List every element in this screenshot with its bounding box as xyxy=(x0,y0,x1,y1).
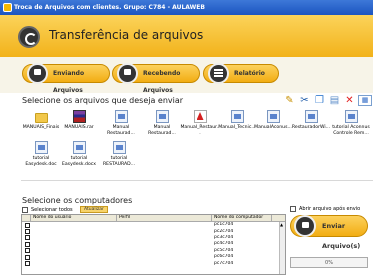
table-scrollbar[interactable] xyxy=(279,222,285,274)
file-item[interactable]: Manual Restaurad... xyxy=(101,110,141,136)
select-all-row: Selecionar todos xyxy=(22,207,73,213)
file-item[interactable]: tutorial Easydesk.docx xyxy=(59,141,99,167)
file-list: MANUAIS_Finais MANUAIS.rar Manual Restau… xyxy=(21,108,373,178)
tab-label: Recebendo Arquivos xyxy=(143,70,181,94)
window-titlebar: Troca de Arquivos com clientes. Grupo: C… xyxy=(0,0,373,15)
tab-label: Relatório xyxy=(234,70,265,77)
word-document-icon xyxy=(230,110,244,123)
file-name: tutorial RESTAURAD... xyxy=(102,156,136,167)
row-checkbox[interactable] xyxy=(25,241,30,247)
view-icon[interactable]: ▦ xyxy=(358,94,372,106)
row-checkbox[interactable] xyxy=(25,254,30,260)
pdf-document-icon xyxy=(193,110,207,123)
tab-sending-files[interactable]: Enviando Arquivos xyxy=(22,63,110,94)
word-document-icon xyxy=(344,110,358,123)
word-document-icon xyxy=(34,141,48,154)
row-checkbox[interactable] xyxy=(25,248,30,254)
edit-icon[interactable]: ✎ xyxy=(283,94,296,107)
download-monitor-icon xyxy=(117,63,138,84)
transfer-icon xyxy=(18,26,40,48)
send-monitor-icon xyxy=(294,215,316,237)
open-after-send-row: Abrir arquivo após envio xyxy=(290,206,360,212)
send-files-button[interactable]: Enviar Arquivo(s) xyxy=(290,215,368,250)
computers-table: Nome do usuário Perfil Nome do computado… xyxy=(21,214,286,275)
row-checkbox[interactable] xyxy=(25,261,30,267)
select-all-checkbox[interactable] xyxy=(22,207,28,213)
file-item[interactable]: RestauradorWi... xyxy=(291,110,331,131)
column-header-profile[interactable]: Perfil xyxy=(117,215,212,221)
row-checkbox[interactable] xyxy=(25,235,30,241)
refresh-button[interactable]: Atualizar xyxy=(80,206,108,213)
file-item[interactable]: MANUAIS.rar xyxy=(59,110,99,131)
computer-cell: pc5c704 xyxy=(214,247,234,253)
send-progress-bar: 0% xyxy=(290,257,368,268)
file-item[interactable]: ManualAconus... xyxy=(253,110,293,131)
word-document-icon xyxy=(114,110,128,123)
report-icon xyxy=(208,63,229,84)
file-name: tutorial Easydesk.doc xyxy=(25,156,57,167)
file-name: RestauradorWi... xyxy=(291,125,331,130)
folder-icon xyxy=(34,113,48,123)
file-name: Manual_Tecnic... xyxy=(218,125,256,130)
file-item[interactable]: Manual_Restaur... xyxy=(180,110,220,136)
computer-cell: pc1c704 xyxy=(214,222,234,228)
file-name: tutorial Aconnus Controle Rem... xyxy=(332,125,370,136)
progress-text: 0% xyxy=(325,260,333,266)
row-checkbox[interactable] xyxy=(25,229,30,235)
select-all-label: Selecionar todos xyxy=(31,207,73,213)
tab-report[interactable]: Relatório xyxy=(203,63,279,84)
file-item[interactable]: Manual_Tecnic... xyxy=(217,110,257,131)
file-name: MANUAIS.rar xyxy=(64,125,94,130)
file-name: MANUAIS_Finais xyxy=(22,125,60,130)
section-divider xyxy=(21,180,373,181)
computer-cell: pc6c704 xyxy=(214,254,234,260)
window-title: Troca de Arquivos com clientes. Grupo: C… xyxy=(14,4,205,11)
open-after-send-checkbox[interactable] xyxy=(290,206,296,212)
computer-cell: pc3c704 xyxy=(214,234,234,240)
rar-archive-icon xyxy=(72,110,86,123)
file-name: tutorial Easydesk.docx xyxy=(61,156,97,167)
column-header-computer[interactable]: Nome do computador xyxy=(212,215,272,221)
file-item[interactable]: tutorial Aconnus Controle Rem... xyxy=(331,110,371,136)
send-button-label: Enviar Arquivo(s) xyxy=(322,222,361,250)
table-row[interactable]: pc7c704 xyxy=(22,260,285,267)
file-item[interactable]: MANUAIS_Finais xyxy=(21,110,61,131)
page-title: Transferência de arquivos xyxy=(49,28,204,42)
app-icon xyxy=(3,3,12,12)
row-checkbox[interactable] xyxy=(25,222,30,228)
file-name: Manual Restaurad... xyxy=(148,125,176,136)
computer-cell: pc2c704 xyxy=(214,228,234,234)
file-toolbar: ✎ ✂ ❐ ▤ ✕ ▦ ▾ xyxy=(283,93,373,107)
word-document-icon xyxy=(155,110,169,123)
tab-label: Enviando Arquivos xyxy=(53,70,85,94)
files-section-label: Selecione os arquivos que deseja enviar xyxy=(22,96,184,105)
file-item[interactable]: Manual Restaurad... xyxy=(142,110,182,136)
word-document-icon xyxy=(304,110,318,123)
copy-icon[interactable]: ❐ xyxy=(313,94,326,107)
file-name: Manual Restaurad... xyxy=(107,125,135,136)
table-header: Nome do usuário Perfil Nome do computado… xyxy=(22,215,285,222)
cut-icon[interactable]: ✂ xyxy=(298,94,311,107)
tab-receiving-files[interactable]: Recebendo Arquivos xyxy=(112,63,200,94)
file-name: Manual_Restaur... xyxy=(180,125,220,136)
paste-icon[interactable]: ▤ xyxy=(328,94,341,107)
computers-section-label: Selecione os computadores xyxy=(22,196,133,205)
upload-monitor-icon xyxy=(27,63,48,84)
file-name: ManualAconus... xyxy=(254,125,292,130)
column-header-user[interactable]: Nome do usuário xyxy=(31,215,117,221)
computer-cell: pc7c704 xyxy=(214,260,234,266)
word-document-icon xyxy=(112,141,126,154)
header: Transferência de arquivos xyxy=(0,15,373,57)
column-header xyxy=(22,215,31,221)
file-item[interactable]: tutorial Easydesk.doc xyxy=(21,141,61,167)
computer-cell: pc4c704 xyxy=(214,241,234,247)
file-item[interactable]: tutorial RESTAURAD... xyxy=(99,141,139,167)
delete-icon[interactable]: ✕ xyxy=(343,94,356,107)
tab-strip: Enviando Arquivos Recebendo Arquivos Rel… xyxy=(0,57,373,94)
open-after-send-label: Abrir arquivo após envio xyxy=(299,206,361,212)
word-document-icon xyxy=(72,141,86,154)
word-document-icon xyxy=(266,110,280,123)
